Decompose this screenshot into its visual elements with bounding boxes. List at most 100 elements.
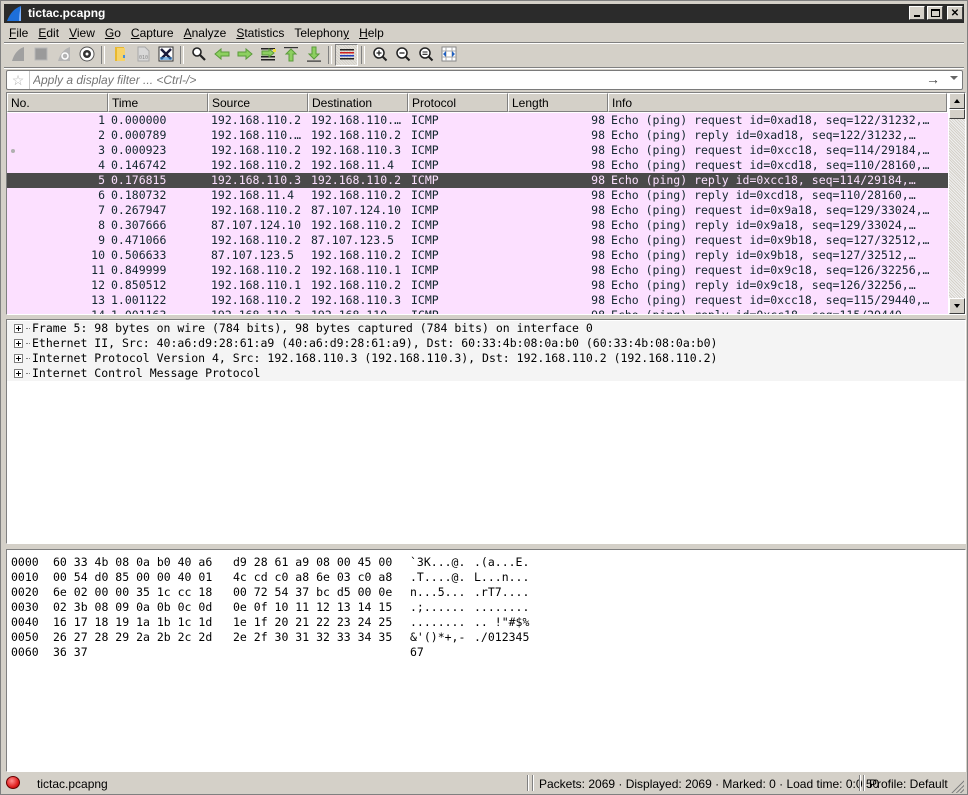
- restart-capture-button[interactable]: [52, 44, 75, 66]
- pane-splitter[interactable]: [4, 315, 964, 318]
- filter-bookmark-button[interactable]: ☆: [7, 71, 30, 89]
- packet-row[interactable]: 13 1.001122 192.168.110.2 192.168.110.3 ICMP…: [7, 293, 948, 308]
- resize-grip-icon[interactable]: [950, 779, 964, 793]
- go-last-button[interactable]: [302, 44, 325, 66]
- packet-row[interactable]: 7 0.267947 192.168.110.2 87.107.124.10 ICMP 9…: [7, 203, 948, 218]
- cell-len: 98: [591, 128, 605, 142]
- zoom-in-button[interactable]: [368, 44, 391, 66]
- column-header-destination[interactable]: Destination: [308, 93, 408, 112]
- capture-options-button[interactable]: [75, 44, 98, 66]
- close-button[interactable]: ✕: [947, 6, 963, 20]
- tree-connector: [26, 358, 30, 359]
- cell-info: Echo (ping) request id=0xcd18, seq=110/2…: [611, 158, 930, 172]
- hex-dump-row[interactable]: 0060 36 37 67: [7, 645, 965, 660]
- colorize-toggle[interactable]: [335, 44, 358, 66]
- menu-statistics[interactable]: Statistics: [231, 24, 289, 42]
- menu-analyze[interactable]: Analyze: [179, 24, 232, 42]
- stop-capture-button[interactable]: [29, 44, 52, 66]
- cell-dst: 192.168.11.4: [311, 158, 395, 172]
- apply-filter-button[interactable]: →: [926, 71, 940, 88]
- packet-row[interactable]: 11 0.849999 192.168.110.2 192.168.110.1 ICMP…: [7, 263, 948, 278]
- resize-columns-button[interactable]: [437, 44, 460, 66]
- scroll-down-button[interactable]: [949, 298, 965, 314]
- cell-proto: ICMP: [411, 233, 439, 247]
- hex-dump-row[interactable]: 0010 00 54 d0 85 00 00 40 01 4c cd c0 a8 6…: [7, 570, 965, 585]
- menu-telephony[interactable]: Telephony: [289, 24, 354, 42]
- packet-row[interactable]: 6 0.180732 192.168.11.4 192.168.110.2 ICMP 98…: [7, 188, 948, 203]
- hex-dump-row[interactable]: 0040 16 17 18 19 1a 1b 1c 1d 1e 1f 20 21 2…: [7, 615, 965, 630]
- go-back-button[interactable]: [210, 44, 233, 66]
- hex-dump-row[interactable]: 0000 60 33 4b 08 0a b0 40 a6 d9 28 61 a9 0…: [7, 555, 965, 570]
- cell-src: 192.168.110.…: [211, 128, 302, 142]
- packet-row[interactable]: 8 0.307666 87.107.124.10 192.168.110.2 ICMP 9…: [7, 218, 948, 233]
- cell-info: Echo (ping) reply id=0xcc18, seq=114/291…: [611, 173, 916, 187]
- title-bar: tictac.pcapng ✕: [4, 4, 964, 23]
- zoom-out-button[interactable]: [391, 44, 414, 66]
- expand-plus-icon[interactable]: [14, 369, 23, 378]
- packet-row[interactable]: 2 0.000789 192.168.110.… 192.168.110.2 ICMP 9…: [7, 128, 948, 143]
- hex-bytes: 02 3b 08 09 0a 0b 0c 0d: [53, 600, 213, 614]
- cell-proto: ICMP: [411, 173, 439, 187]
- column-header-no[interactable]: No.: [7, 93, 108, 112]
- close-file-button[interactable]: [154, 44, 177, 66]
- menu-go[interactable]: Go: [100, 24, 126, 42]
- cell-no: 11: [91, 263, 105, 277]
- ascii-bytes: L...n...: [474, 570, 530, 584]
- display-filter-input[interactable]: [33, 72, 913, 87]
- cell-no: 14: [7, 308, 108, 314]
- packet-list-rows: 1 0.000000 192.168.110.2 192.168.110.… ICMP 9…: [7, 113, 948, 314]
- column-header-time[interactable]: Time: [108, 93, 208, 112]
- find-packet-button[interactable]: [187, 44, 210, 66]
- packet-row[interactable]: 3 0.000923 192.168.110.2 192.168.110.3 ICMP 9…: [7, 143, 948, 158]
- packet-row[interactable]: 12 0.850512 192.168.110.1 192.168.110.2 ICMP…: [7, 278, 948, 293]
- packet-row[interactable]: 5 0.176815 192.168.110.3 192.168.110.2 ICMP 9…: [7, 173, 948, 188]
- go-to-packet-button[interactable]: [256, 44, 279, 66]
- hex-dump-row[interactable]: 0020 6e 02 00 00 35 1c cc 18 00 72 54 37 b…: [7, 585, 965, 600]
- scroll-thumb[interactable]: [949, 109, 965, 119]
- packet-row[interactable]: 4 0.146742 192.168.110.2 192.168.11.4 ICMP 98…: [7, 158, 948, 173]
- capture-options-icon: [79, 46, 95, 65]
- packet-list-scrollbar[interactable]: [949, 93, 965, 314]
- menu-capture[interactable]: Capture: [126, 24, 179, 42]
- expand-plus-icon[interactable]: [14, 339, 23, 348]
- zoom-normal-button[interactable]: [414, 44, 437, 66]
- expand-plus-icon[interactable]: [14, 354, 23, 363]
- ascii-bytes: ........: [410, 615, 466, 629]
- column-header-info[interactable]: Info: [608, 93, 947, 112]
- pane-splitter[interactable]: [4, 544, 964, 547]
- scroll-up-button[interactable]: [949, 93, 965, 109]
- hex-dump-row[interactable]: 0050 26 27 28 29 2a 2b 2c 2d 2e 2f 30 31 3…: [7, 630, 965, 645]
- detail-tree-item[interactable]: Internet Control Message Protocol: [7, 366, 965, 381]
- menu-help[interactable]: Help: [354, 24, 389, 42]
- packet-row[interactable]: 141.001163192.168.110.3192.168.110…ICMP9…: [7, 308, 948, 314]
- hex-dump-row[interactable]: 0030 02 3b 08 09 0a 0b 0c 0d 0e 0f 10 11 1…: [7, 600, 965, 615]
- packet-row[interactable]: 9 0.471066 192.168.110.2 87.107.123.5 ICMP 98…: [7, 233, 948, 248]
- filter-history-dropdown[interactable]: [950, 76, 958, 80]
- cell-len: 98: [591, 233, 605, 247]
- detail-tree-item[interactable]: Internet Protocol Version 4, Src: 192.16…: [7, 351, 965, 366]
- save-file-button[interactable]: 010: [131, 44, 154, 66]
- column-header-source[interactable]: Source: [208, 93, 308, 112]
- detail-tree-item[interactable]: Ethernet II, Src: 40:a6:d9:28:61:a9 (40:…: [7, 336, 965, 351]
- go-forward-button[interactable]: [233, 44, 256, 66]
- hex-offset: 0020: [11, 585, 39, 599]
- start-capture-button[interactable]: [6, 44, 29, 66]
- packet-row[interactable]: 10 0.506633 87.107.123.5 192.168.110.2 ICMP 9…: [7, 248, 948, 263]
- expand-plus-icon[interactable]: [14, 324, 23, 333]
- status-profile[interactable]: Profile: Default: [869, 777, 948, 791]
- menu-view[interactable]: View: [64, 24, 100, 42]
- cell-info: Echo (ping) reply id=0xad18, seq=122/312…: [611, 128, 916, 142]
- menu-file[interactable]: File: [4, 24, 33, 42]
- detail-tree-item[interactable]: Frame 5: 98 bytes on wire (784 bits), 98…: [7, 321, 965, 336]
- column-header-length[interactable]: Length: [508, 93, 608, 112]
- expert-info-led-icon[interactable]: [6, 776, 20, 789]
- minimize-button[interactable]: [909, 6, 925, 20]
- status-separator: [532, 775, 534, 791]
- cell-src: 192.168.110.1: [211, 278, 302, 292]
- maximize-button[interactable]: [927, 6, 943, 20]
- column-header-protocol[interactable]: Protocol: [408, 93, 508, 112]
- packet-row[interactable]: 1 0.000000 192.168.110.2 192.168.110.… ICMP 9…: [7, 113, 948, 128]
- menu-edit[interactable]: Edit: [33, 24, 64, 42]
- open-file-button[interactable]: [108, 44, 131, 66]
- go-first-button[interactable]: [279, 44, 302, 66]
